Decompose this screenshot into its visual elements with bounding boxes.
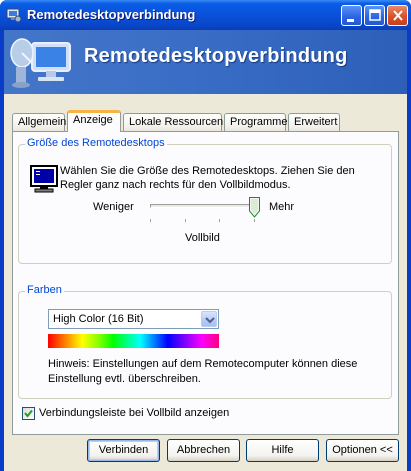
slider-tick (254, 219, 255, 222)
display-size-description: Wählen Sie die Größe des Remotedesktops.… (60, 165, 355, 191)
close-button[interactable] (387, 5, 408, 26)
remote-desktop-window: Remotedesktopverbindung Remotedesktopver… (0, 0, 411, 471)
slider-value-label: Vollbild (185, 232, 220, 244)
dialog-client-area: Remotedesktopverbindung Allgemein Anzeig… (4, 30, 407, 471)
color-depth-select[interactable]: High Color (16 Bit) (48, 309, 219, 329)
maximize-icon (369, 9, 381, 21)
colors-hint: Hinweis: Einstellungen auf dem Remotecom… (48, 358, 358, 385)
title-bar[interactable]: Remotedesktopverbindung (0, 0, 411, 30)
tab-lokale-ressourcen[interactable]: Lokale Ressourcen (123, 113, 223, 131)
slider-max-label: Mehr (269, 201, 295, 213)
slider-thumb[interactable] (249, 197, 260, 218)
display-size-group-title: Größe des Remotedesktops (25, 137, 167, 149)
dropdown-button[interactable] (201, 311, 217, 327)
window-title: Remotedesktopverbindung (27, 7, 196, 22)
chevron-down-icon (205, 317, 215, 324)
minimize-icon (347, 19, 354, 22)
color-preview-bar (48, 334, 219, 348)
slider-min-label: Weniger (93, 201, 134, 213)
cancel-button[interactable]: Abbrechen (167, 439, 240, 462)
tab-allgemein[interactable]: Allgemein (12, 113, 66, 131)
tab-programme[interactable]: Programme (224, 113, 287, 131)
colors-group-title: Farben (25, 284, 64, 296)
connection-bar-label[interactable]: Verbindungsleiste bei Vollbild anzeigen (39, 407, 229, 419)
minimize-button[interactable] (341, 5, 362, 26)
checkmark-icon (24, 409, 33, 418)
slider-tick (150, 219, 151, 222)
remote-desktop-icon (6, 8, 22, 23)
slider-tick (185, 219, 186, 222)
tab-erweitert[interactable]: Erweitert (288, 113, 340, 131)
color-depth-selected: High Color (16 Bit) (53, 313, 144, 325)
connect-button[interactable]: Verbinden (87, 439, 160, 462)
tab-anzeige[interactable]: Anzeige (67, 110, 121, 132)
help-button[interactable]: Hilfe (246, 439, 319, 462)
banner-title: Remotedesktopverbindung (84, 45, 348, 67)
slider-tick (219, 219, 220, 222)
banner: Remotedesktopverbindung (4, 30, 407, 94)
maximize-button[interactable] (364, 5, 385, 26)
monitor-icon (30, 165, 58, 193)
options-button[interactable]: Optionen << (326, 439, 399, 462)
remote-desktop-illustration (10, 38, 71, 88)
slider-track[interactable] (150, 204, 256, 208)
close-icon (393, 10, 403, 21)
connection-bar-checkbox[interactable] (22, 407, 35, 420)
